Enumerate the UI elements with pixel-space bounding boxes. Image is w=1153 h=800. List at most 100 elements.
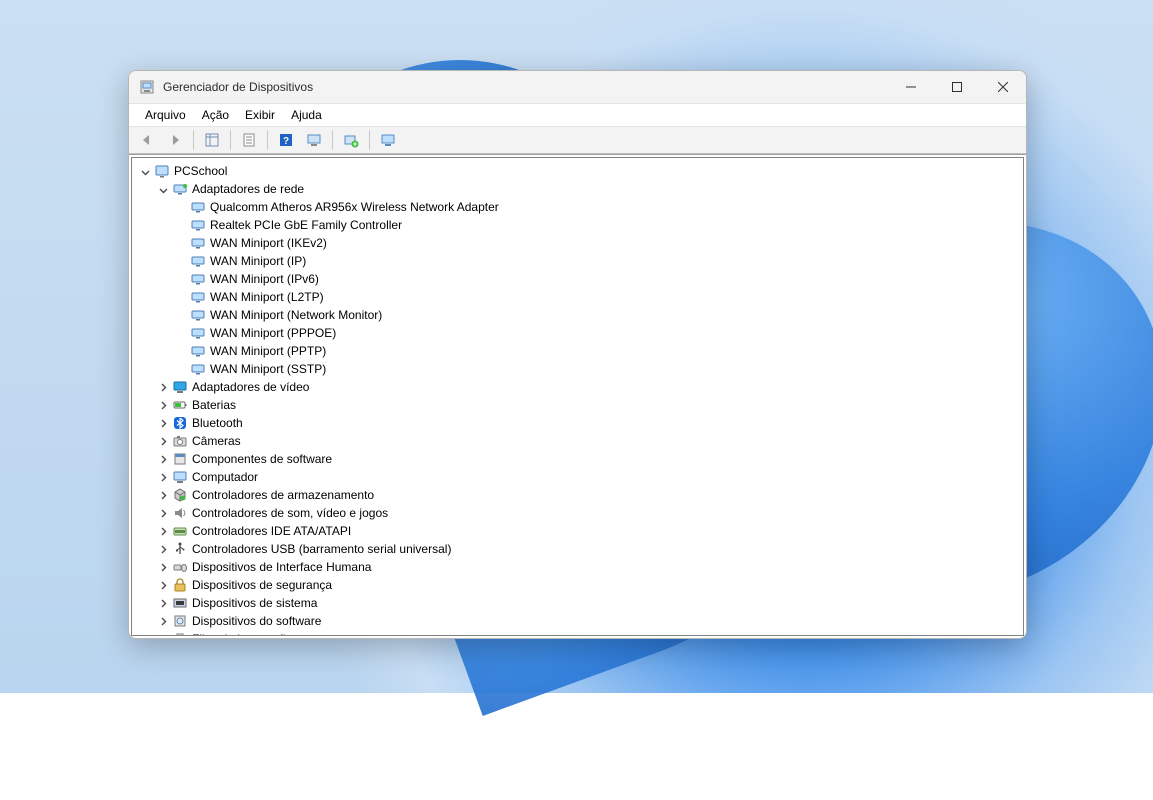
tree-label: WAN Miniport (PPPOE)	[210, 326, 346, 340]
scan-hardware-button[interactable]	[302, 128, 326, 152]
category-item[interactable]: Dispositivos de Interface Humana	[138, 558, 1023, 576]
software-component-icon	[172, 451, 188, 467]
expander-icon[interactable]	[156, 524, 170, 538]
category-network-adapters[interactable]: Adaptadores de rede	[138, 180, 1023, 198]
network-device-icon	[190, 253, 206, 269]
menubar: Arquivo Ação Exibir Ajuda	[129, 103, 1026, 127]
network-device-icon	[190, 199, 206, 215]
toolbar: ?	[129, 127, 1026, 154]
tree-label: Componentes de software	[192, 452, 342, 466]
tree-root[interactable]: PCSchool	[138, 162, 1023, 180]
device-item[interactable]: WAN Miniport (IPv6)	[138, 270, 1023, 288]
computer-icon	[172, 469, 188, 485]
category-item[interactable]: Câmeras	[138, 432, 1023, 450]
menu-view[interactable]: Exibir	[237, 106, 283, 124]
category-item[interactable]: Dispositivos de sistema	[138, 594, 1023, 612]
network-device-icon	[190, 343, 206, 359]
expander-icon[interactable]	[156, 488, 170, 502]
tree-scroll[interactable]: PCSchool Adaptadores de rede Qualcomm Athe…	[131, 157, 1024, 636]
expander-icon[interactable]	[156, 380, 170, 394]
expander-icon[interactable]	[156, 614, 170, 628]
category-item[interactable]: Computador	[138, 468, 1023, 486]
device-item[interactable]: WAN Miniport (L2TP)	[138, 288, 1023, 306]
network-adapter-icon	[172, 181, 188, 197]
expander-icon[interactable]	[156, 542, 170, 556]
tree-label: Adaptadores de rede	[192, 182, 314, 196]
titlebar[interactable]: Gerenciador de Dispositivos	[129, 71, 1026, 103]
network-device-icon	[190, 217, 206, 233]
category-item[interactable]: Componentes de software	[138, 450, 1023, 468]
menu-action[interactable]: Ação	[194, 106, 237, 124]
device-item[interactable]: WAN Miniport (PPPOE)	[138, 324, 1023, 342]
network-device-icon	[190, 361, 206, 377]
category-item[interactable]: Controladores de armazenamento	[138, 486, 1023, 504]
device-tree: PCSchool Adaptadores de rede Qualcomm Athe…	[132, 158, 1023, 636]
maximize-button[interactable]	[934, 71, 980, 103]
expander-icon[interactable]	[156, 470, 170, 484]
tree-label: PCSchool	[174, 164, 237, 178]
category-item[interactable]: Baterias	[138, 396, 1023, 414]
tree-label: Controladores de armazenamento	[192, 488, 384, 502]
tree-label: Dispositivos de sistema	[192, 596, 327, 610]
expander-icon[interactable]	[156, 182, 170, 196]
expander-icon[interactable]	[156, 632, 170, 636]
tree-label: Controladores IDE ATA/ATAPI	[192, 524, 361, 538]
root-icon	[154, 163, 170, 179]
sound-controller-icon	[172, 505, 188, 521]
tree-label: WAN Miniport (Network Monitor)	[210, 308, 392, 322]
tree-label: Filas de impressão	[192, 632, 303, 636]
device-item[interactable]: WAN Miniport (IP)	[138, 252, 1023, 270]
content-area: PCSchool Adaptadores de rede Qualcomm Athe…	[129, 154, 1026, 638]
tree-label: WAN Miniport (L2TP)	[210, 290, 334, 304]
network-device-icon	[190, 325, 206, 341]
category-item[interactable]: Bluetooth	[138, 414, 1023, 432]
network-device-icon	[190, 289, 206, 305]
tree-label: Adaptadores de vídeo	[192, 380, 319, 394]
device-item[interactable]: WAN Miniport (PPTP)	[138, 342, 1023, 360]
view-devices-button[interactable]	[376, 128, 400, 152]
category-item[interactable]: Dispositivos do software	[138, 612, 1023, 630]
tree-label: Dispositivos de segurança	[192, 578, 342, 592]
menu-file[interactable]: Arquivo	[137, 106, 194, 124]
add-legacy-hardware-button[interactable]	[339, 128, 363, 152]
menu-help[interactable]: Ajuda	[283, 106, 330, 124]
forward-button[interactable]	[163, 128, 187, 152]
expander-icon[interactable]	[156, 560, 170, 574]
device-item[interactable]: WAN Miniport (Network Monitor)	[138, 306, 1023, 324]
window-title: Gerenciador de Dispositivos	[163, 80, 313, 94]
category-item[interactable]: Controladores USB (barramento serial uni…	[138, 540, 1023, 558]
tree-label: WAN Miniport (IKEv2)	[210, 236, 337, 250]
expander-icon[interactable]	[156, 578, 170, 592]
expander-icon[interactable]	[156, 452, 170, 466]
expander-icon[interactable]	[156, 596, 170, 610]
category-item[interactable]: Dispositivos de segurança	[138, 576, 1023, 594]
properties-button[interactable]	[237, 128, 261, 152]
device-item[interactable]: Realtek PCIe GbE Family Controller	[138, 216, 1023, 234]
tree-label: WAN Miniport (IPv6)	[210, 272, 329, 286]
usb-controller-icon	[172, 541, 188, 557]
system-device-icon	[172, 595, 188, 611]
expander-icon[interactable]	[156, 434, 170, 448]
expander-icon[interactable]	[156, 416, 170, 430]
expander-icon[interactable]	[156, 398, 170, 412]
tree-label: WAN Miniport (SSTP)	[210, 362, 336, 376]
battery-icon	[172, 397, 188, 413]
device-item[interactable]: WAN Miniport (IKEv2)	[138, 234, 1023, 252]
close-button[interactable]	[980, 71, 1026, 103]
security-device-icon	[172, 577, 188, 593]
expander-icon[interactable]	[156, 506, 170, 520]
show-tree-button[interactable]	[200, 128, 224, 152]
expander-icon[interactable]	[138, 164, 152, 178]
category-item[interactable]: Controladores IDE ATA/ATAPI	[138, 522, 1023, 540]
help-button[interactable]: ?	[274, 128, 298, 152]
back-button[interactable]	[135, 128, 159, 152]
network-device-icon	[190, 307, 206, 323]
device-item[interactable]: WAN Miniport (SSTP)	[138, 360, 1023, 378]
tree-label: Bluetooth	[192, 416, 253, 430]
tree-label: Realtek PCIe GbE Family Controller	[210, 218, 412, 232]
category-item[interactable]: Filas de impressão	[138, 630, 1023, 636]
device-item[interactable]: Qualcomm Atheros AR956x Wireless Network…	[138, 198, 1023, 216]
category-item[interactable]: Controladores de som, vídeo e jogos	[138, 504, 1023, 522]
category-item[interactable]: Adaptadores de vídeo	[138, 378, 1023, 396]
minimize-button[interactable]	[888, 71, 934, 103]
